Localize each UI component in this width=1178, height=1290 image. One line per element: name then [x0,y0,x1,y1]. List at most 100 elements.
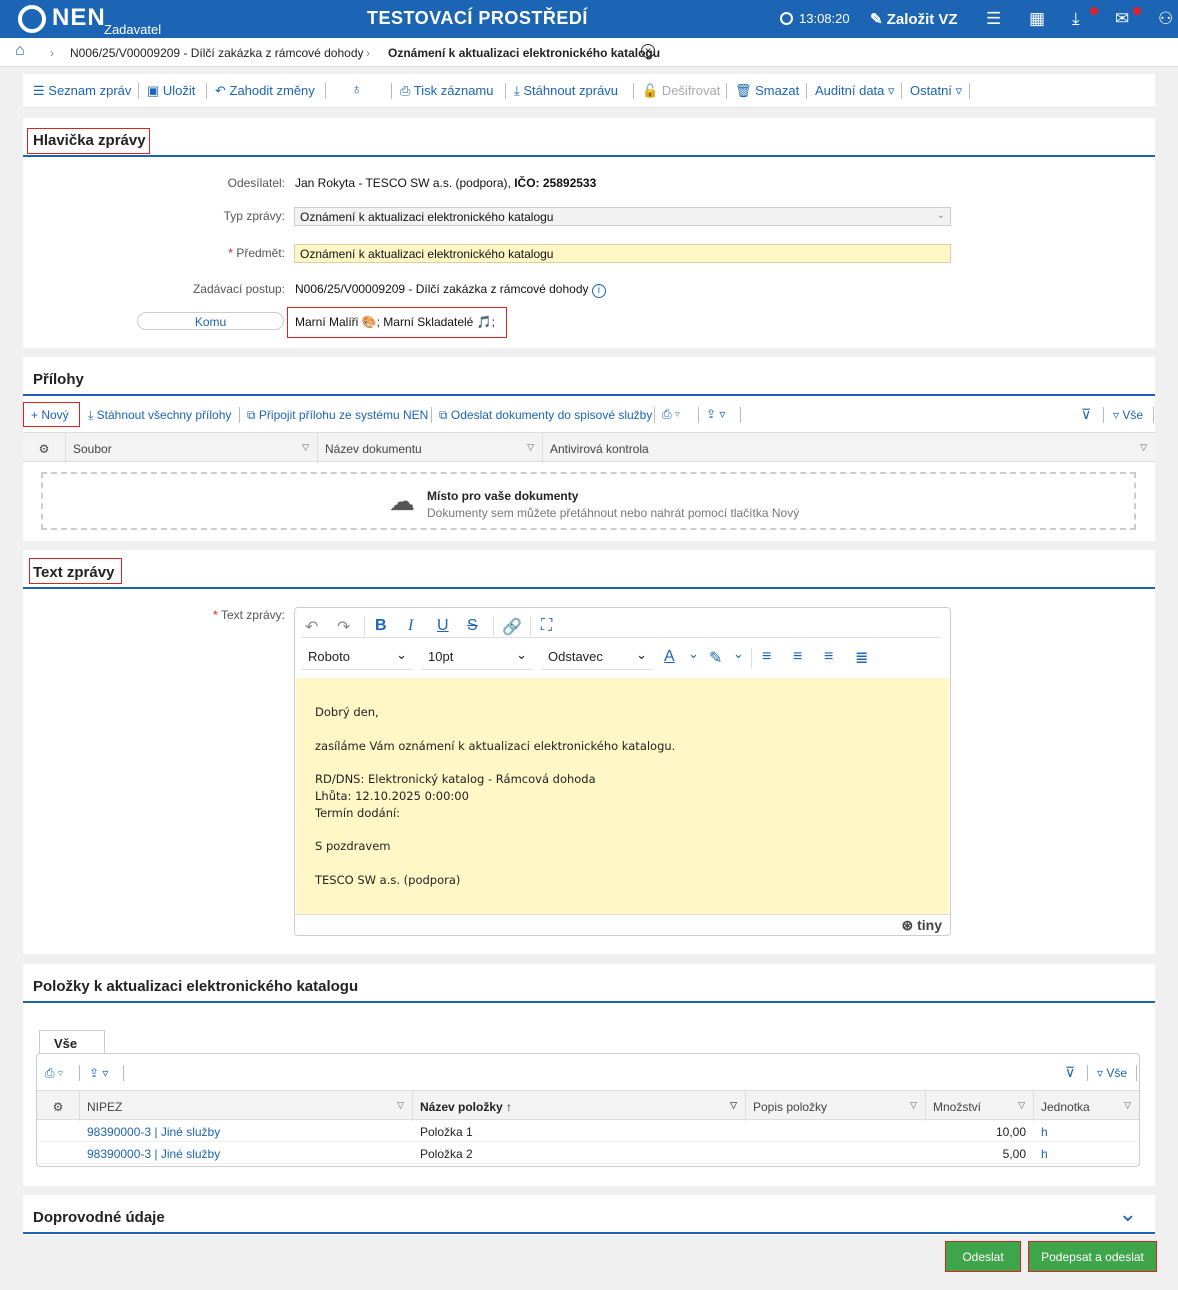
environment-title: TESTOVACÍ PROSTŘEDÍ [367,8,588,28]
discard-changes-button[interactable]: ↶ Zahodit změny [215,83,315,99]
align-center-icon[interactable]: ≡ [793,648,802,666]
filter-icon[interactable]: ⊽ [1081,406,1091,423]
filter-icon[interactable]: ⊽ [1065,1064,1075,1081]
align-justify-icon[interactable]: ≣ [855,648,868,668]
chevron-down-icon[interactable]: ⌄ [1119,1201,1137,1227]
recipients-list[interactable]: Marní Malíři 🎨; Marní Skladatelé 🎵; [295,315,495,329]
column-header-doc-name[interactable]: Název dokumentu ▽ [318,433,543,463]
chevron-down-icon[interactable]: ⌄ [688,646,699,662]
editor-line[interactable]: Lhůta: 12.10.2025 0:00:00 [315,788,930,805]
column-header-antivirus[interactable]: Antivirová kontrola ▽ [543,433,1155,463]
link-icon[interactable]: 🔗 [502,617,522,637]
editor-content[interactable]: Dobrý den, zasíláme Vám oznámení k aktual… [296,678,949,914]
send-button[interactable]: Odeslat [945,1241,1021,1272]
mail-icon[interactable]: ✉ [1115,10,1129,28]
filter-all-dropdown[interactable]: ▿ Vše [1113,408,1143,422]
decrypt-button[interactable]: 🔓 Dešifrovat [642,83,720,99]
column-header-description[interactable]: Popis položky ▽ [746,1091,926,1121]
sign-and-send-button[interactable]: Podepsat a odeslat [1028,1241,1157,1272]
download-all-button[interactable]: ⤓ Stáhnout všechny přílohy [88,408,231,423]
audit-data-dropdown[interactable]: Auditní data ▿ [815,83,895,99]
print-dropdown[interactable]: ⎙ ▿ [662,407,680,422]
editor-line[interactable]: TESCO SW a.s. (podpora) [315,872,930,889]
file-drop-zone[interactable]: ☁ Místo pro vaše dokumenty Dokumenty sem… [41,472,1136,530]
menu-icon[interactable]: ☰ [986,10,1001,28]
action-toolbar: ☰ Seznam zpráv ▣ Uložit ↶ Zahodit změny … [23,74,1155,108]
column-settings-icon[interactable]: ⚙ [37,1091,80,1121]
underline-icon[interactable]: U [437,617,449,635]
home-icon[interactable]: ⌂ [15,42,25,60]
download-message-button[interactable]: ⤓ Stáhnout zprávu [514,83,618,99]
item-nipez-link[interactable]: 98390000-3 | Jiné služby [87,1125,220,1139]
strikethrough-icon[interactable]: S [467,617,478,635]
bold-icon[interactable]: B [375,617,387,635]
send-to-filing-button[interactable]: ⧉ Odeslat dokumenty do spisové služby [439,408,652,423]
text-color-icon[interactable]: A [664,648,675,666]
brand-name[interactable]: NEN [52,4,106,32]
message-header-panel: Hlavička zprávy Odesílatel: Jan Rokyta -… [23,118,1155,348]
items-table-header: ⚙ NIPEZ ▽ Název položky ↑ ▽ Popis položky ▽… [37,1090,1139,1121]
item-nipez-link[interactable]: 98390000-3 | Jiné služby [87,1147,220,1161]
editor-line[interactable]: RD/DNS: Elektronický katalog - Rámcová d… [315,771,930,788]
user-icon[interactable]: ⚇ [1158,10,1173,28]
download-icon[interactable]: ⤓ [1072,10,1080,28]
column-header-quantity[interactable]: Množství ▽ [926,1091,1034,1121]
close-tab-icon[interactable]: ✕ [641,44,655,58]
table-row[interactable]: 98390000-3 | Jiné služby Položka 2 5,00 h [37,1142,1139,1164]
column-header-item-name[interactable]: Název položky ↑ ▽ [413,1091,746,1121]
to-button[interactable]: Komu [137,312,284,330]
cloud-upload-icon: ☁ [389,486,415,516]
save-button[interactable]: ▣ Uložit [147,83,195,99]
export-dropdown[interactable]: ⇪ ▿ [89,1066,108,1080]
print-record-button[interactable]: ⎙ Tisk záznamu [400,83,494,99]
message-type-select[interactable]: Oznámení k aktualizaci elektronického ka… [294,207,951,226]
create-vz-button[interactable]: ✎ Založit VZ [870,10,958,28]
redo-icon[interactable]: ↷ [337,617,350,637]
editor-line[interactable]: Termín dodání: [315,805,930,822]
award-icon[interactable]: ♁ [351,81,362,98]
chevron-down-icon[interactable]: ⌄ [733,646,744,662]
item-unit[interactable]: h [1041,1147,1048,1161]
editor-line[interactable] [315,721,930,738]
editor-line[interactable]: Dobrý den, [315,704,930,721]
delete-button[interactable]: 🗑 Smazat [735,83,799,99]
editor-line[interactable] [315,754,930,771]
undo-icon[interactable]: ↶ [305,617,318,637]
font-family-select[interactable]: Roboto ⌄ [301,644,413,670]
block-format-select[interactable]: Odstavec ⌄ [541,644,653,670]
italic-icon[interactable]: I [408,617,413,635]
filter-all-dropdown[interactable]: ▿ Vše [1097,1066,1127,1080]
new-attachment-button[interactable]: + Nový [31,408,69,422]
export-dropdown[interactable]: ⇪ ▿ [706,407,725,421]
item-name: Položka 1 [420,1125,473,1139]
subject-input[interactable]: Oznámení k aktualizaci elektronického ka… [294,244,951,263]
fullscreen-icon[interactable]: ⛶ [541,617,552,635]
editor-line[interactable]: S pozdravem [315,838,930,855]
item-unit[interactable]: h [1041,1125,1048,1139]
breadcrumb-procedure[interactable]: N006/25/V00009209 - Dílčí zakázka z rámc… [70,46,364,60]
editor-line[interactable] [315,822,930,839]
calendar-icon[interactable]: ▦ [1029,10,1045,28]
font-size-select[interactable]: 10pt ⌄ [421,644,533,670]
nen-logo-icon[interactable] [18,5,46,33]
top-bar: NEN Zadavatel TESTOVACÍ PROSTŘEDÍ 13:08:… [0,0,1178,38]
editor-line[interactable]: zasíláme Vám oznámení k aktualizaci elek… [315,738,930,755]
column-header-nipez[interactable]: NIPEZ ▽ [80,1091,413,1121]
column-settings-icon[interactable]: ⚙ [23,433,66,463]
column-header-unit[interactable]: Jednotka ▽ [1034,1091,1139,1121]
highlight-color-icon[interactable]: ✎ [709,648,722,668]
align-left-icon[interactable]: ≡ [762,648,771,666]
message-list-button[interactable]: ☰ Seznam zpráv [33,83,131,99]
item-quantity: 5,00 [1002,1147,1026,1161]
info-icon: i [591,284,606,298]
editor-statusbar: ⊛ tiny [295,914,950,935]
other-dropdown[interactable]: Ostatní ▿ [910,83,962,99]
accompanying-data-panel[interactable]: Doprovodné údaje ⌄ [23,1195,1155,1235]
print-dropdown[interactable]: ⎙ ▿ [45,1066,63,1081]
column-header-file[interactable]: Soubor ▽ [66,433,318,463]
table-row[interactable]: 98390000-3 | Jiné služby Položka 1 10,00 h [37,1120,1139,1142]
align-right-icon[interactable]: ≡ [824,648,833,666]
editor-line[interactable] [315,855,930,872]
attach-from-nen-button[interactable]: ⧉ Připojit přílohu ze systému NEN [247,408,428,423]
tab-all[interactable]: Vše [39,1030,105,1054]
